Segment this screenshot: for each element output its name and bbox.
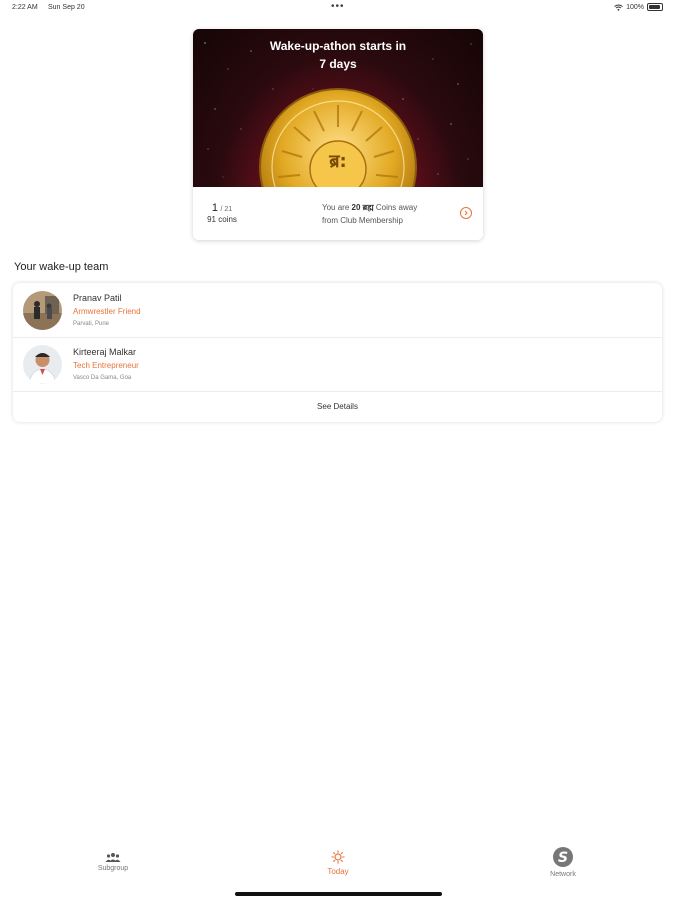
- multitasking-dots[interactable]: •••: [331, 1, 345, 12]
- battery-percent: 100%: [626, 3, 644, 11]
- team-member-row[interactable]: Kirteeraj Malkar Tech Entrepreneur Vasco…: [13, 337, 662, 392]
- team-member-row[interactable]: Pranav Patil Armwrestler Friend Parvati,…: [13, 283, 662, 338]
- progress-current: 1: [211, 202, 218, 214]
- tab-network[interactable]: S Network: [538, 846, 588, 878]
- home-indicator[interactable]: [235, 892, 442, 896]
- network-s-icon: S: [553, 847, 573, 867]
- member-location: Parvati, Pune: [73, 321, 110, 327]
- avatar: [23, 345, 62, 384]
- away-amount: 20 ब्रह्म: [351, 203, 374, 212]
- member-location: Vasco Da Gama, Goa: [73, 375, 132, 381]
- tab-label: Today: [327, 867, 349, 876]
- status-right: 100%: [614, 3, 663, 11]
- people-icon: [105, 853, 121, 862]
- svg-text:S: S: [558, 850, 568, 866]
- sun-icon: [331, 850, 345, 864]
- chevron-right-icon: [464, 210, 468, 216]
- member-name: Kirteeraj Malkar: [73, 347, 137, 357]
- event-hero: Wake-up-athon starts in 7 days ब्र:: [193, 29, 483, 187]
- away-prefix: You are: [322, 203, 352, 212]
- event-footer: 1 / 21 91 coins You are 20 ब्रह्म Coins …: [193, 187, 483, 240]
- battery-icon: [647, 3, 663, 11]
- away-suffix: Coins away: [373, 203, 418, 212]
- member-name: Pranav Patil: [73, 293, 122, 303]
- coins-label: 91 coins: [207, 215, 237, 224]
- member-role: Tech Entrepreneur: [73, 361, 139, 370]
- event-title-line2: 7 days: [319, 57, 357, 71]
- tab-label: Network: [550, 871, 576, 878]
- membership-arrow-button[interactable]: [460, 207, 472, 219]
- tab-label: Subgroup: [97, 865, 129, 872]
- status-bar: 2:22 AM Sun Sep 20 ••• 100%: [0, 0, 675, 16]
- bottom-tab-bar: Subgroup Today S Network: [0, 840, 675, 900]
- tab-subgroup[interactable]: Subgroup: [88, 852, 138, 872]
- tab-today[interactable]: Today: [313, 850, 363, 876]
- wifi-icon: [614, 4, 623, 11]
- member-role: Armwrestler Friend: [73, 307, 141, 316]
- progress-total: / 21: [220, 206, 233, 213]
- event-title: Wake-up-athon starts in 7 days: [193, 37, 483, 73]
- coins-away-text: You are 20 ब्रह्म Coins away from Club M…: [322, 201, 457, 227]
- away-line2: from Club Membership: [322, 216, 403, 225]
- status-date: Sun Sep 20: [48, 4, 85, 11]
- coin-symbol: ब्र:: [329, 151, 347, 172]
- avatar: [23, 291, 62, 330]
- see-details-button[interactable]: See Details: [13, 392, 662, 422]
- team-card: Pranav Patil Armwrestler Friend Parvati,…: [13, 283, 662, 422]
- team-section-title: Your wake-up team: [14, 261, 109, 273]
- status-time: 2:22 AM: [12, 4, 38, 11]
- wakeupathon-card[interactable]: Wake-up-athon starts in 7 days ब्र: 1 / …: [193, 29, 483, 240]
- coin-progress: 1 / 21 91 coins: [203, 202, 241, 224]
- event-title-line1: Wake-up-athon starts in: [269, 39, 407, 53]
